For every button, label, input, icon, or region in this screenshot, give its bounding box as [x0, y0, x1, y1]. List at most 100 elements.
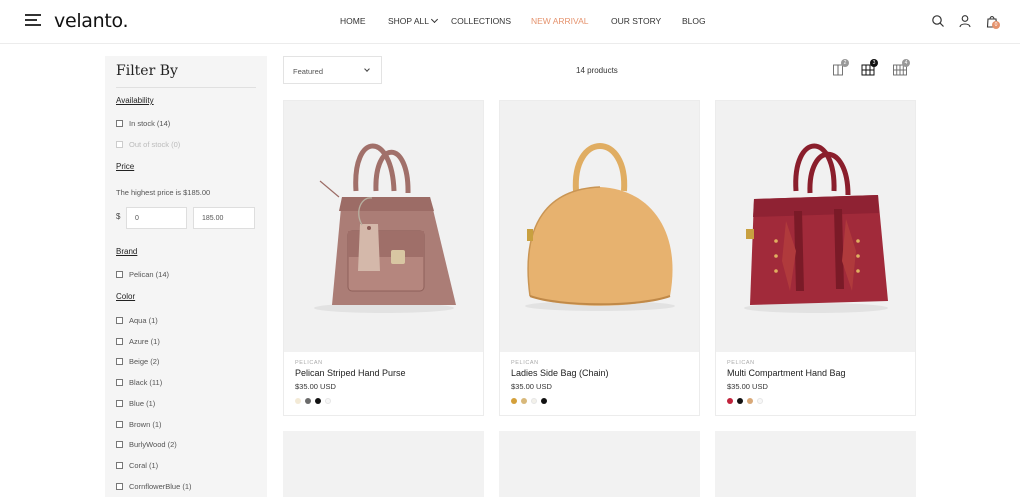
filter-color-burlywood[interactable]: BurlyWood (2): [116, 440, 177, 449]
filter-color-aqua[interactable]: Aqua (1): [116, 316, 158, 325]
product-card-partial[interactable]: [499, 431, 700, 497]
option-label: Aqua (1): [129, 316, 158, 325]
option-label: Pelican (14): [129, 270, 170, 279]
divider: [116, 87, 256, 88]
search-icon[interactable]: [931, 14, 945, 28]
checkbox[interactable]: [116, 421, 123, 428]
checkbox[interactable]: [116, 120, 123, 127]
grid-badge: 4: [902, 59, 910, 67]
option-label: Azure (1): [129, 337, 160, 346]
product-card[interactable]: PELICAN Ladies Side Bag (Chain) $35.00 U…: [499, 100, 700, 416]
product-count: 14 products: [576, 66, 618, 75]
nav-new-arrival[interactable]: NEW ARRIVAL: [531, 16, 588, 26]
product-price: $35.00 USD: [295, 382, 336, 391]
availability-heading[interactable]: Availability: [116, 96, 154, 105]
product-vendor: PELICAN: [295, 360, 323, 366]
product-image[interactable]: [284, 101, 483, 352]
color-swatch[interactable]: [727, 398, 733, 404]
checkbox[interactable]: [116, 400, 123, 407]
option-label: In stock (14): [129, 119, 171, 128]
grid-2-columns-button[interactable]: 2: [832, 59, 849, 77]
product-name[interactable]: Pelican Striped Hand Purse: [295, 368, 406, 378]
brand-heading[interactable]: Brand: [116, 247, 137, 256]
filter-color-azure[interactable]: Azure (1): [116, 337, 160, 346]
grid-4-columns-button[interactable]: 4: [893, 59, 910, 77]
filter-color-brown[interactable]: Brown (1): [116, 420, 162, 429]
product-name[interactable]: Multi Compartment Hand Bag: [727, 368, 846, 378]
cart-count-badge: 0: [992, 21, 1000, 29]
price-note: The highest price is $185.00: [116, 188, 211, 197]
product-vendor: PELICAN: [511, 360, 539, 366]
option-label: Black (11): [129, 378, 163, 387]
sort-value: Featured: [293, 67, 324, 76]
product-price: $35.00 USD: [727, 382, 768, 391]
color-swatches: [727, 398, 767, 404]
checkbox[interactable]: [116, 379, 123, 386]
color-swatch[interactable]: [521, 398, 527, 404]
checkbox[interactable]: [116, 483, 123, 490]
checkbox[interactable]: [116, 317, 123, 324]
color-heading[interactable]: Color: [116, 292, 135, 301]
filter-color-black[interactable]: Black (11): [116, 378, 162, 387]
color-swatch[interactable]: [511, 398, 517, 404]
color-swatch[interactable]: [305, 398, 311, 404]
color-swatch[interactable]: [541, 398, 547, 404]
main-nav: HOME SHOP ALL COLLECTIONS NEW ARRIVAL OU…: [0, 15, 1020, 30]
checkbox[interactable]: [116, 271, 123, 278]
option-label: Brown (1): [129, 420, 162, 429]
currency-symbol: $: [116, 212, 121, 221]
product-name[interactable]: Ladies Side Bag (Chain): [511, 368, 609, 378]
nav-blog[interactable]: BLOG: [682, 16, 706, 26]
sort-select[interactable]: Featured: [283, 56, 382, 84]
grid-badge: 3: [870, 59, 878, 67]
product-card-partial[interactable]: [283, 431, 484, 497]
product-card[interactable]: PELICAN Pelican Striped Hand Purse $35.0…: [283, 100, 484, 416]
checkbox[interactable]: [116, 358, 123, 365]
filter-color-beige[interactable]: Beige (2): [116, 357, 159, 366]
cart-icon[interactable]: 0: [985, 14, 1000, 29]
option-label: Blue (1): [129, 399, 156, 408]
filter-color-blue[interactable]: Blue (1): [116, 399, 155, 408]
product-card[interactable]: PELICAN Multi Compartment Hand Bag $35.0…: [715, 100, 916, 416]
product-price: $35.00 USD: [511, 382, 552, 391]
filter-color-cornflowerblue[interactable]: CornflowerBlue (1): [116, 482, 192, 491]
product-image[interactable]: [716, 101, 915, 352]
option-label: Out of stock (0): [129, 140, 181, 149]
price-max-input[interactable]: 185.00: [193, 207, 255, 229]
nav-shop-all-label: SHOP ALL: [388, 16, 429, 26]
checkbox: [116, 141, 123, 148]
color-swatch[interactable]: [295, 398, 301, 404]
option-label: Beige (2): [129, 357, 160, 366]
filter-color-coral[interactable]: Coral (1): [116, 461, 158, 470]
option-label: BurlyWood (2): [129, 440, 177, 449]
price-min-input[interactable]: 0: [126, 207, 187, 229]
nav-home[interactable]: HOME: [340, 16, 366, 26]
color-swatch[interactable]: [325, 398, 331, 404]
color-swatches: [511, 398, 551, 404]
chevron-down-icon: [430, 15, 438, 24]
checkbox[interactable]: [116, 441, 123, 448]
filter-title: Filter By: [116, 63, 178, 79]
product-card-partial[interactable]: [715, 431, 916, 497]
product-vendor: PELICAN: [727, 360, 755, 366]
price-heading[interactable]: Price: [116, 162, 134, 171]
grid-badge: 2: [841, 59, 849, 67]
nav-collections[interactable]: COLLECTIONS: [451, 16, 511, 26]
checkbox[interactable]: [116, 462, 123, 469]
site-header: velanto. HOME SHOP ALL COLLECTIONS NEW A…: [0, 0, 1020, 44]
checkbox[interactable]: [116, 338, 123, 345]
nav-our-story[interactable]: OUR STORY: [611, 16, 661, 26]
nav-shop-all[interactable]: SHOP ALL: [388, 15, 438, 26]
color-swatch[interactable]: [315, 398, 321, 404]
grid-3-columns-button[interactable]: 3: [861, 59, 878, 77]
color-swatch[interactable]: [757, 398, 763, 404]
color-swatch[interactable]: [747, 398, 753, 404]
color-swatch[interactable]: [737, 398, 743, 404]
filter-in-stock[interactable]: In stock (14): [116, 119, 170, 128]
filter-out-of-stock: Out of stock (0): [116, 140, 180, 149]
filter-brand-pelican[interactable]: Pelican (14): [116, 270, 169, 279]
option-label: CornflowerBlue (1): [129, 482, 192, 491]
color-swatch[interactable]: [531, 398, 537, 404]
product-image[interactable]: [500, 101, 699, 352]
account-icon[interactable]: [958, 14, 972, 28]
